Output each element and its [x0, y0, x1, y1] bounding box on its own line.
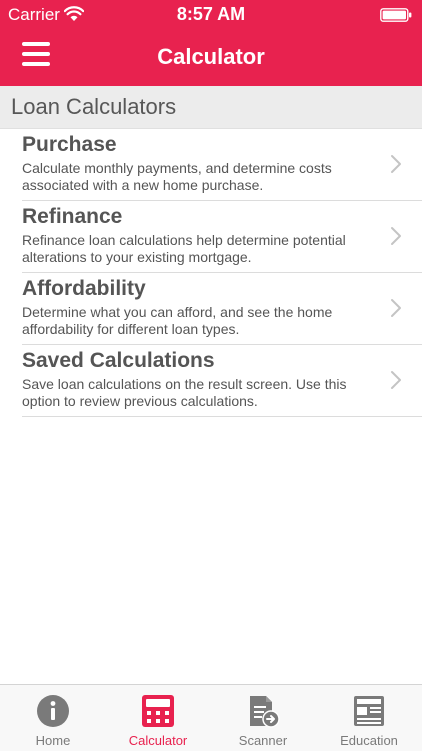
- calculator-icon: [142, 695, 174, 727]
- chevron-right-icon: [391, 155, 401, 173]
- tab-label: Home: [35, 733, 71, 748]
- list-item-title: Refinance: [22, 205, 123, 228]
- battery-icon: [380, 8, 412, 22]
- list-item-description: Determine what you can afford, and see t…: [22, 304, 333, 337]
- divider: [22, 416, 422, 417]
- list-item-description: Refinance loan calculations help determi…: [22, 232, 346, 265]
- list-item-title: Saved Calculations: [22, 349, 215, 372]
- info-icon: [37, 695, 69, 727]
- tab-label: Education: [340, 733, 398, 748]
- chevron-right-icon: [391, 227, 401, 245]
- tab-calculator[interactable]: Calculator: [105, 685, 211, 751]
- calculator-list: Purchase Calculate monthly payments, and…: [0, 129, 422, 417]
- chevron-right-icon: [391, 371, 401, 389]
- tab-bar: Home Calculator Scanner Education: [0, 684, 422, 751]
- list-item-title: Affordability: [22, 277, 146, 300]
- scanner-icon: [250, 696, 280, 728]
- status-bar: Carrier 8:57 AM: [0, 0, 422, 30]
- list-item-description: Save loan calculations on the result scr…: [22, 376, 347, 409]
- section-title: Loan Calculators: [11, 94, 177, 119]
- tab-home[interactable]: Home: [0, 685, 106, 751]
- list-item-description: Calculate monthly payments, and determin…: [22, 160, 332, 193]
- chevron-right-icon: [391, 299, 401, 317]
- page-title: Calculator: [157, 44, 265, 69]
- list-item-saved-calculations[interactable]: Saved Calculations Save loan calculation…: [0, 345, 422, 417]
- tab-label: Scanner: [238, 733, 288, 748]
- list-item-refinance[interactable]: Refinance Refinance loan calculations he…: [0, 201, 422, 273]
- status-time: 8:57 AM: [176, 4, 246, 24]
- list-item-affordability[interactable]: Affordability Determine what you can aff…: [0, 273, 422, 345]
- newspaper-icon: [354, 696, 384, 726]
- list-item-title: Purchase: [22, 133, 117, 156]
- list-item-purchase[interactable]: Purchase Calculate monthly payments, and…: [0, 129, 422, 201]
- app-header: Carrier 8:57 AM Calculator: [0, 0, 422, 86]
- tab-label: Calculator: [128, 733, 188, 748]
- section-header: Loan Calculators: [0, 86, 422, 129]
- tab-scanner[interactable]: Scanner: [210, 685, 316, 751]
- tab-education[interactable]: Education: [316, 685, 422, 751]
